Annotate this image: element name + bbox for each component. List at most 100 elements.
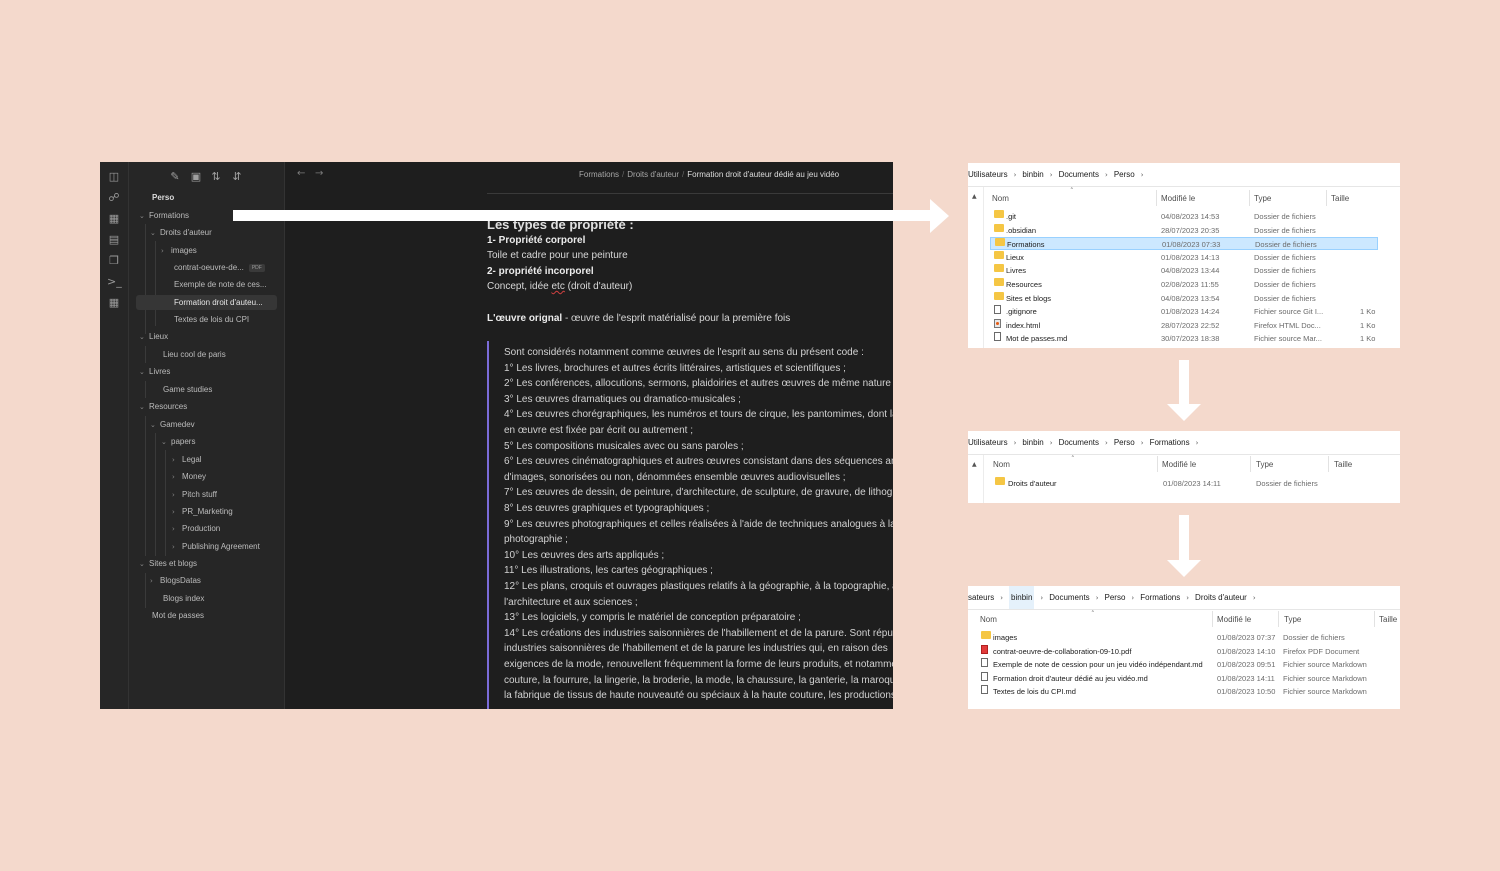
col-type[interactable]: Type (1254, 194, 1271, 203)
crumb[interactable]: Formations (1150, 431, 1190, 454)
col-type[interactable]: Type (1256, 460, 1273, 469)
tree-folder-droits[interactable]: ⌄ Droits d'auteur (150, 225, 212, 240)
tree-folder-pitch[interactable]: › Pitch stuff (172, 487, 217, 502)
chevron-up-icon[interactable]: ▲ (972, 193, 977, 200)
crumb[interactable]: binbin (1009, 586, 1035, 609)
file-row[interactable]: index.html 28/07/2023 22:52 Firefox HTML D… (990, 318, 1378, 332)
tree-file-lieu[interactable]: Lieu cool de paris (163, 347, 226, 362)
table-icon[interactable]: ▦ (107, 296, 121, 310)
file-row[interactable]: Formation droit d'auteur dédié au jeu vi… (978, 671, 1388, 685)
file-row[interactable]: .obsidian 28/07/2023 20:35 Dossier de fich… (990, 223, 1378, 237)
file-name: index.html (1006, 320, 1041, 330)
crumb[interactable]: sateurs (968, 586, 994, 609)
crumb[interactable]: Documents (1059, 163, 1099, 186)
back-arrow-icon[interactable]: ← (297, 168, 305, 179)
file-row[interactable]: Sites et blogs 04/08/2023 13:54 Dossier de… (990, 291, 1378, 305)
sort-icon[interactable]: ⇅ (209, 170, 223, 184)
col-modified[interactable]: Modifié le (1217, 615, 1251, 624)
crumb[interactable]: Perso (1114, 431, 1135, 454)
col-name[interactable]: Nom (992, 194, 1009, 203)
tree-folder-gamedev[interactable]: ⌄ Gamedev (150, 417, 195, 432)
col-size[interactable]: Taille (1379, 615, 1397, 624)
tree-file-formation-active[interactable]: Formation droit d'auteu... (136, 295, 277, 310)
crumb[interactable]: binbin (1022, 431, 1043, 454)
col-size[interactable]: Taille (1331, 194, 1349, 203)
tree-file-mot-de-passes[interactable]: Mot de passes (152, 608, 204, 623)
terminal-icon[interactable]: >_ (107, 275, 122, 289)
tree-folder-legal[interactable]: › Legal (172, 452, 202, 467)
forward-arrow-icon[interactable]: → (315, 168, 323, 179)
file-row[interactable]: Droits d'auteur 01/08/2023 14:11 Dossier d… (990, 477, 1378, 490)
col-size[interactable]: Taille (1334, 460, 1352, 469)
tree-folder-resources[interactable]: ⌄ Resources (139, 399, 187, 414)
file-row[interactable]: contrat-oeuvre-de-collaboration-09-10.pd… (978, 644, 1388, 658)
file-row[interactable]: Textes de lois du CPI.md 01/08/2023 10:50… (978, 685, 1388, 698)
tree-folder-pr[interactable]: › PR_Marketing (172, 504, 233, 519)
col-type[interactable]: Type (1284, 615, 1301, 624)
col-name[interactable]: Nom (980, 615, 997, 624)
graph-icon[interactable]: ☍ (107, 191, 121, 205)
calendar-icon[interactable]: ▤ (107, 233, 121, 247)
tree-folder-publishing[interactable]: › Publishing Agreement (172, 539, 260, 554)
crumb[interactable]: Perso (1114, 163, 1135, 186)
file-row[interactable]: Exemple de note de cession pour un jeu v… (978, 658, 1388, 671)
vault-name[interactable]: Perso (152, 193, 174, 202)
col-modified[interactable]: Modifié le (1162, 460, 1196, 469)
col-divider[interactable] (1326, 190, 1327, 206)
address-bar[interactable]: Utilisateurs › binbin › Documents › Perso › (968, 163, 1400, 187)
tree-folder-sites[interactable]: ⌄ Sites et blogs (139, 556, 197, 571)
new-note-icon[interactable]: ✎ (168, 170, 182, 184)
col-divider[interactable] (1250, 456, 1251, 472)
crumb[interactable]: Utilisateurs (968, 163, 1008, 186)
crumb[interactable]: Droits d'auteur (1195, 586, 1247, 609)
crumb[interactable]: Documents (1059, 431, 1099, 454)
tree-folder-production[interactable]: › Production (172, 521, 220, 536)
tree-file-textes[interactable]: Textes de lois du CPI (174, 312, 249, 327)
tree-file-game-studies[interactable]: Game studies (163, 382, 212, 397)
file-row[interactable]: Mot de passes.md 30/07/2023 18:38 Fichier … (990, 332, 1378, 345)
tree-folder-images[interactable]: › images (161, 243, 197, 258)
crumb[interactable]: Documents (1049, 586, 1089, 609)
crumb[interactable]: binbin (1022, 163, 1043, 186)
grid-icon[interactable]: ▦ (107, 212, 121, 226)
file-row[interactable]: Formations 01/08/2023 07:33 Dossier de fic… (990, 237, 1378, 251)
collapse-icon[interactable]: ⇵ (230, 170, 244, 184)
tree-folder-blogsdatas[interactable]: › BlogsDatas (150, 573, 201, 588)
file-row[interactable]: Lieux 01/08/2023 14:13 Dossier de fichiers (990, 250, 1378, 264)
col-divider[interactable] (1374, 611, 1375, 627)
file-row[interactable]: images 01/08/2023 07:37 Dossier de fichier… (978, 631, 1388, 644)
breadcrumb-droits[interactable]: Droits d'auteur (627, 170, 679, 179)
chevron-down-icon: ⌄ (150, 421, 156, 429)
file-row[interactable]: .gitignore 01/08/2023 14:24 Fichier source… (990, 305, 1378, 318)
col-divider[interactable] (1157, 456, 1158, 472)
file-row[interactable]: .git 04/08/2023 14:53 Dossier de fichiers (990, 210, 1378, 223)
tree-folder-formations[interactable]: ⌄ Formations (139, 208, 189, 223)
new-folder-icon[interactable]: ▣ (189, 170, 203, 184)
col-divider[interactable] (1212, 611, 1213, 627)
tree-file-blogs-index[interactable]: Blogs index (163, 591, 204, 606)
tree-file-exemple[interactable]: Exemple de note de ces... (174, 277, 267, 292)
address-bar[interactable]: sateurs › binbin › Documents › Perso › Formation… (968, 586, 1400, 610)
address-bar[interactable]: Utilisateurs › binbin › Documents › Perso › Form… (968, 431, 1400, 455)
crumb[interactable]: Perso (1105, 586, 1126, 609)
tree-folder-lieux[interactable]: ⌄ Lieux (139, 329, 168, 344)
col-divider[interactable] (1249, 190, 1250, 206)
tree-file-contrat[interactable]: contrat-oeuvre-de... PDF (174, 260, 265, 275)
crumb[interactable]: Formations (1140, 586, 1180, 609)
tree-folder-livres[interactable]: ⌄ Livres (139, 364, 170, 379)
breadcrumb-current[interactable]: Formation droit d'auteur dédié au jeu vi… (687, 170, 839, 179)
col-divider[interactable] (1278, 611, 1279, 627)
file-row[interactable]: Resources 02/08/2023 11:55 Dossier de fich… (990, 278, 1378, 291)
col-name[interactable]: Nom (993, 460, 1010, 469)
copy-icon[interactable]: ❐ (107, 254, 121, 268)
breadcrumb-formations[interactable]: Formations (579, 170, 619, 179)
file-icon[interactable]: ◫ (107, 170, 121, 184)
file-row[interactable]: Livres 04/08/2023 13:44 Dossier de fichier… (990, 264, 1378, 277)
col-divider[interactable] (1328, 456, 1329, 472)
col-divider[interactable] (1156, 190, 1157, 206)
col-modified[interactable]: Modifié le (1161, 194, 1195, 203)
tree-folder-papers[interactable]: ⌄ papers (161, 434, 195, 449)
chevron-up-icon[interactable]: ▲ (972, 461, 977, 468)
crumb[interactable]: Utilisateurs (968, 431, 1008, 454)
tree-folder-money[interactable]: › Money (172, 469, 206, 484)
